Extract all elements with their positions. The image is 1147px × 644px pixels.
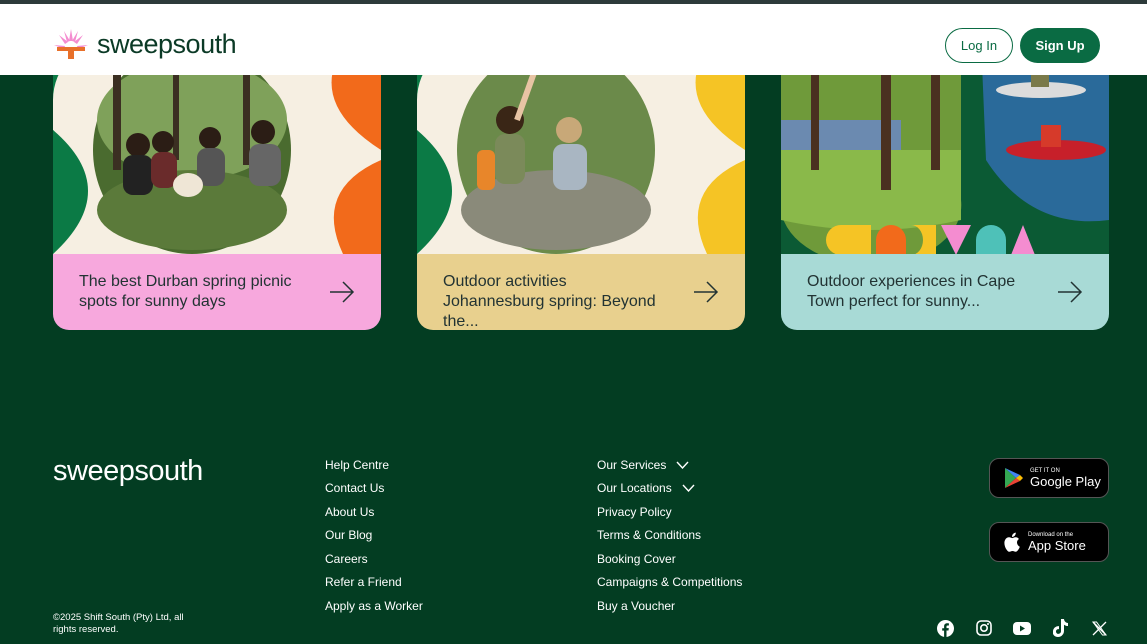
copyright-text: ©2025 Shift South (Pty) Ltd, all rights … bbox=[53, 612, 184, 635]
footer-link-buy-voucher[interactable]: Buy a Voucher bbox=[597, 594, 742, 618]
footer-link-refer-a-friend[interactable]: Refer a Friend bbox=[325, 571, 423, 595]
x-icon[interactable] bbox=[1080, 618, 1119, 638]
brand-logo[interactable]: sweepsouth bbox=[53, 27, 237, 61]
brand-name: sweepsouth bbox=[97, 28, 237, 59]
arrow-right-icon bbox=[694, 281, 719, 303]
footer-link-contact-us[interactable]: Contact Us bbox=[325, 477, 423, 501]
facebook-icon[interactable] bbox=[926, 618, 965, 638]
blog-card-cape-town[interactable]: Outdoor experiences in Cape Town perfect… bbox=[781, 40, 1109, 330]
apple-icon bbox=[1004, 532, 1020, 552]
footer-link-terms-conditions[interactable]: Terms & Conditions bbox=[597, 524, 742, 548]
sunburst-logo-icon bbox=[54, 29, 88, 59]
arrow-right-icon bbox=[1058, 281, 1083, 303]
footer-link-our-services[interactable]: Our Services bbox=[597, 453, 742, 477]
instagram-icon[interactable] bbox=[965, 618, 1004, 638]
social-links bbox=[926, 618, 1119, 638]
our-locations-label: Our Locations bbox=[597, 481, 672, 496]
app-store-big-text: App Store bbox=[1028, 537, 1086, 553]
footer-brand-logo[interactable]: sweepsouth bbox=[53, 455, 203, 488]
footer-link-about-us[interactable]: About Us bbox=[325, 500, 423, 524]
footer-link-campaigns[interactable]: Campaigns & Competitions bbox=[597, 571, 742, 595]
site-header: sweepsouth Log In Sign Up bbox=[0, 4, 1147, 75]
signup-button[interactable]: Sign Up bbox=[1020, 28, 1100, 63]
blog-card-durban[interactable]: The best Durban spring picnic spots for … bbox=[53, 40, 381, 330]
footer-link-our-locations[interactable]: Our Locations bbox=[597, 477, 742, 501]
google-play-big-text: Google Play bbox=[1030, 473, 1101, 489]
footer-link-our-blog[interactable]: Our Blog bbox=[325, 524, 423, 548]
app-store-text: Download on the App Store bbox=[1028, 532, 1086, 553]
chevron-down-icon bbox=[676, 461, 689, 469]
footer-link-apply-as-worker[interactable]: Apply as a Worker bbox=[325, 594, 423, 618]
google-play-text: GET IT ON Google Play bbox=[1030, 468, 1101, 489]
google-play-icon bbox=[1005, 468, 1023, 488]
app-store-badge[interactable]: Download on the App Store bbox=[989, 522, 1109, 562]
youtube-icon[interactable] bbox=[1003, 618, 1042, 638]
footer-link-help-centre[interactable]: Help Centre bbox=[325, 453, 423, 477]
login-button[interactable]: Log In bbox=[945, 28, 1013, 63]
footer-link-booking-cover[interactable]: Booking Cover bbox=[597, 547, 742, 571]
arrow-right-icon bbox=[330, 281, 355, 303]
footer-link-privacy-policy[interactable]: Privacy Policy bbox=[597, 500, 742, 524]
footer-links-column-2: Our Services Our Locations Privacy Polic… bbox=[597, 453, 742, 618]
footer-links-column-1: Help Centre Contact Us About Us Our Blog… bbox=[325, 453, 423, 618]
our-services-label: Our Services bbox=[597, 457, 667, 472]
chevron-down-icon bbox=[682, 484, 695, 493]
blog-card-johannesburg[interactable]: Outdoor activities Johannesburg spring: … bbox=[417, 40, 745, 330]
footer-link-careers[interactable]: Careers bbox=[325, 547, 423, 571]
tiktok-icon[interactable] bbox=[1042, 618, 1081, 638]
google-play-badge[interactable]: GET IT ON Google Play bbox=[989, 458, 1109, 498]
